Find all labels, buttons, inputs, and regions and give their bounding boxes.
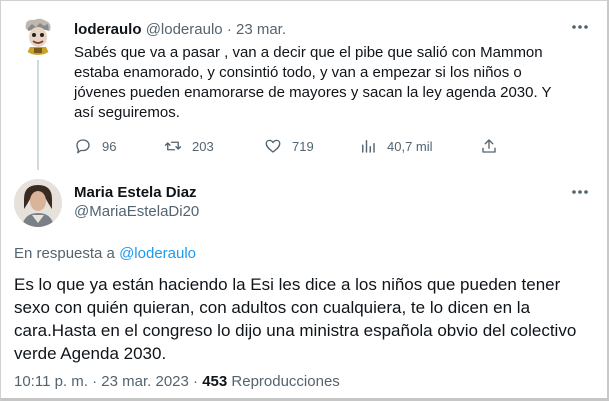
parent-tweet[interactable]: loderaulo @loderaulo · 23 mar. Sabés que… <box>0 0 607 170</box>
retweet-icon <box>164 141 182 151</box>
tweet-text: Es lo que ya están haciendo la Esi les d… <box>14 275 577 363</box>
more-icon[interactable] <box>568 17 592 37</box>
display-name[interactable]: loderaulo <box>74 21 142 38</box>
tweet-metadata: 10:11 p. m. · 23 mar. 2023 · 453 Reprodu… <box>14 373 340 390</box>
retweet-count: 203 <box>192 138 214 154</box>
share-icon <box>482 139 496 153</box>
like-icon <box>265 139 281 153</box>
tweet-actions: 96 203 719 40,7 mil <box>74 136 504 156</box>
retweet-button[interactable]: 203 <box>164 136 214 156</box>
views-count: 40,7 mil <box>387 138 433 154</box>
reply-context: En respuesta a @loderaulo <box>14 245 196 262</box>
tweet-date[interactable]: 23 mar. 2023 <box>101 373 189 390</box>
tweet-text: Sabés que va a pasar , van a decir que e… <box>74 44 552 121</box>
views-count[interactable]: 453 <box>202 373 227 390</box>
views-label: Reproducciones <box>231 373 340 390</box>
handle[interactable]: @loderaulo <box>146 21 223 38</box>
display-name[interactable]: Maria Estela Diaz <box>74 184 197 201</box>
separator: · <box>92 373 98 390</box>
avatar[interactable] <box>18 15 58 55</box>
handle[interactable]: @MariaEstelaDi20 <box>74 203 199 220</box>
views-icon <box>362 140 375 153</box>
reply-handle-link[interactable]: @loderaulo <box>119 245 196 262</box>
separator: · <box>193 373 199 390</box>
reply-count: 96 <box>102 138 117 154</box>
reply-prefix: En respuesta a <box>14 245 115 262</box>
more-icon[interactable] <box>568 182 592 202</box>
like-button[interactable]: 719 <box>264 136 314 156</box>
reply-button[interactable]: 96 <box>74 136 116 156</box>
separator: · <box>226 21 232 38</box>
tweet-header: loderaulo @loderaulo · 23 mar. <box>74 21 286 38</box>
reply-icon <box>76 139 90 154</box>
avatar[interactable] <box>14 179 62 227</box>
like-count: 719 <box>292 138 314 154</box>
tweet-time[interactable]: 10:11 p. m. <box>14 373 88 390</box>
views-button[interactable]: 40,7 mil <box>359 136 433 156</box>
thread-line <box>37 60 39 170</box>
share-button[interactable] <box>480 136 498 156</box>
tweet-date[interactable]: 23 mar. <box>236 21 286 38</box>
